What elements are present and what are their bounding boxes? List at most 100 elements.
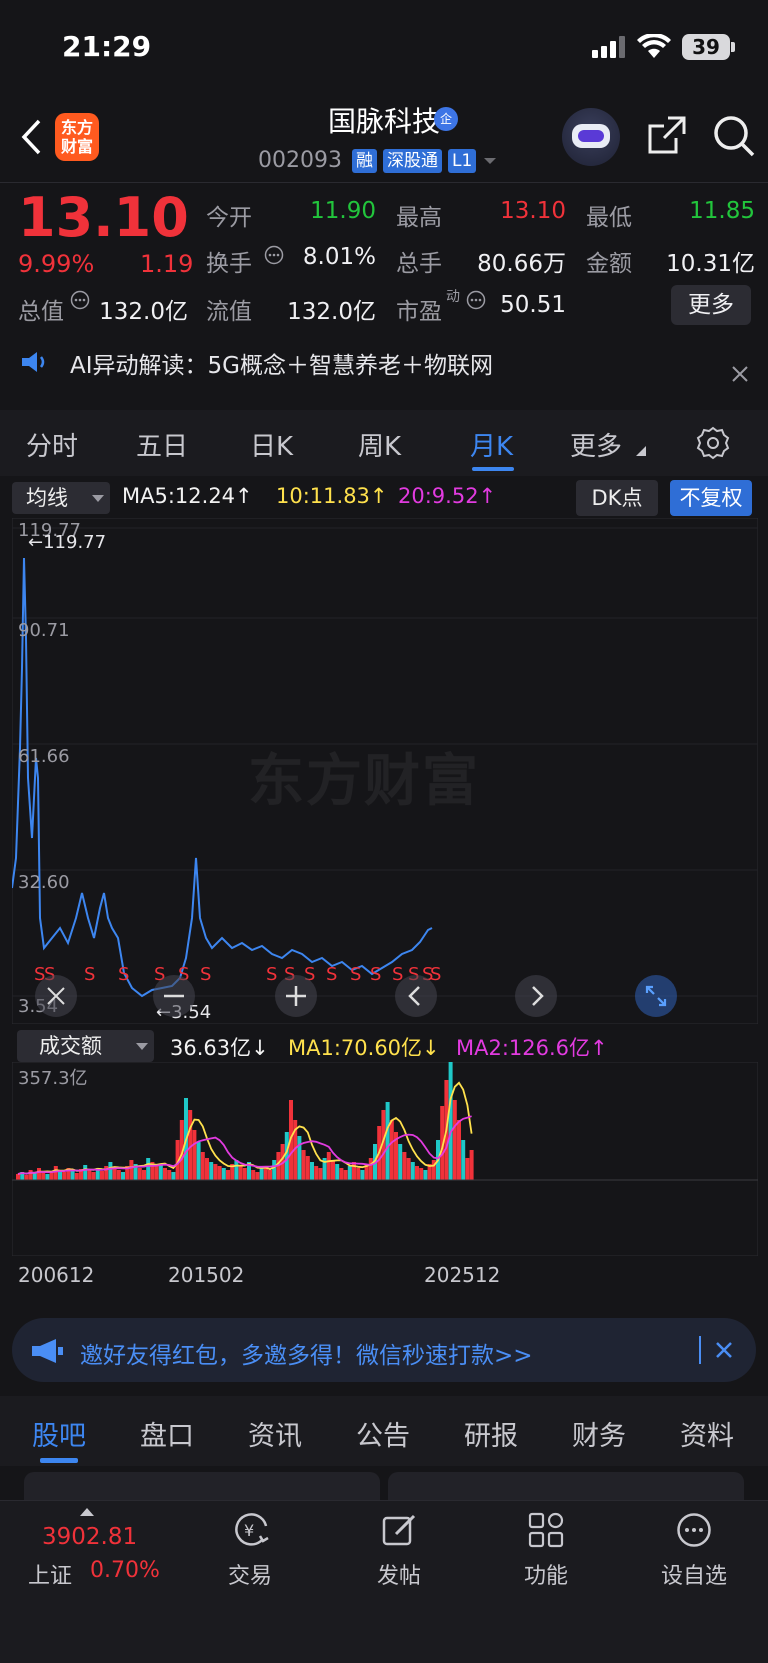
expand-icon[interactable] (634, 974, 678, 1018)
tab-forum[interactable]: 股吧 (32, 1414, 86, 1453)
volume-bar (368, 1158, 373, 1180)
volume-bar (41, 1172, 46, 1180)
volume-bar (326, 1152, 331, 1180)
zoom-in-icon[interactable] (274, 974, 318, 1018)
chevron-left-icon[interactable] (394, 974, 438, 1018)
date-end: 202512 (424, 1263, 501, 1287)
tab-intraday[interactable]: 分时 (26, 426, 78, 463)
signal-icon (592, 36, 626, 58)
total-value-label: 总值 (18, 299, 64, 325)
megaphone-icon (30, 1338, 64, 1364)
zoom-out-icon[interactable] (152, 974, 196, 1018)
volume-bar (301, 1150, 306, 1180)
volume-bar (242, 1168, 247, 1180)
volume-bar (255, 1172, 260, 1180)
trade-icon[interactable]: ¥ (232, 1512, 272, 1548)
volume-bar (385, 1102, 390, 1180)
volume-value: 80.66万 (477, 251, 566, 277)
info-icon[interactable] (264, 245, 284, 265)
enterprise-badge: 企 (434, 107, 458, 131)
volume-bar (70, 1171, 75, 1180)
margin-tag: 融 (351, 148, 377, 173)
tab-five-day[interactable]: 五日 (136, 426, 188, 463)
stock-code-row[interactable]: 002093 融 深股通 L1 (258, 148, 498, 173)
volume-indicator-selector[interactable]: 成交额 (17, 1030, 154, 1062)
volume-bar (343, 1170, 348, 1180)
compose-icon[interactable] (382, 1512, 418, 1548)
settings-icon[interactable] (696, 426, 730, 460)
tab-weekly-k[interactable]: 周K (358, 426, 401, 463)
tab-more[interactable]: 更多 (570, 426, 622, 463)
volume-bar (314, 1166, 319, 1180)
pe-label: 市盈 (396, 299, 442, 325)
close-icon[interactable] (714, 1340, 734, 1360)
tab-profile[interactable]: 资料 (680, 1414, 734, 1453)
no-adjust-button[interactable]: 不复权 (670, 480, 752, 516)
price-chart[interactable]: SS S S S S S S S S S S S S S SS (12, 518, 758, 1024)
volume-bar (268, 1170, 272, 1180)
max-price-marker: ←119.77 (28, 532, 107, 553)
index-change[interactable]: 0.70% (90, 1558, 160, 1583)
status-time: 21:29 (62, 30, 152, 63)
volume-bar (234, 1160, 239, 1180)
close-icon[interactable] (730, 364, 750, 384)
float-value: 132.0亿 (287, 299, 376, 325)
tab-news[interactable]: 资讯 (248, 1414, 302, 1453)
volume-chart[interactable] (12, 1062, 758, 1256)
volume-bar (137, 1168, 142, 1180)
nav-functions[interactable]: 功能 (496, 1558, 596, 1590)
nav-trade[interactable]: 交易 (200, 1558, 300, 1590)
volume-bar (62, 1172, 67, 1180)
chevron-right-icon[interactable] (514, 974, 558, 1018)
volume-bar (87, 1170, 92, 1180)
open-label: 今开 (206, 205, 252, 231)
volume-bar (423, 1170, 428, 1180)
invite-text[interactable]: 邀好友得红包，多邀多得！微信秒速打款>> (80, 1336, 533, 1370)
volume-bar (452, 1100, 457, 1180)
volume-bar (129, 1160, 134, 1180)
add-watchlist-icon[interactable] (676, 1512, 712, 1548)
wifi-icon (637, 34, 671, 60)
share-icon[interactable] (646, 114, 688, 156)
invite-separator (699, 1336, 701, 1364)
crosshair-icon[interactable] (34, 974, 78, 1018)
caret-down-icon (136, 1043, 148, 1051)
amount-label: 金额 (586, 251, 632, 277)
volume-bar (24, 1175, 29, 1180)
tab-monthly-k[interactable]: 月K (470, 426, 513, 463)
index-value[interactable]: 3902.81 (42, 1524, 137, 1550)
more-button[interactable]: 更多 (671, 285, 751, 325)
sell-signal-marker: S (118, 964, 129, 985)
ai-insight-text[interactable]: AI异动解读：5G概念＋智慧养老＋物联网 (70, 346, 493, 380)
nav-add-watchlist[interactable]: 设自选 (644, 1558, 744, 1590)
info-icon[interactable] (70, 290, 90, 310)
tab-announcements[interactable]: 公告 (356, 1414, 410, 1453)
low-label: 最低 (586, 205, 632, 231)
tab-daily-k[interactable]: 日K (250, 426, 293, 463)
level-tag: L1 (447, 148, 477, 173)
total-value: 132.0亿 (99, 299, 188, 325)
volume-bar (251, 1170, 256, 1180)
y-tick-3: 61.66 (18, 746, 70, 767)
tab-research[interactable]: 研报 (464, 1414, 518, 1453)
turnover-value: 8.01% (302, 244, 376, 270)
tab-financials[interactable]: 财务 (572, 1414, 626, 1453)
corner-caret-icon (636, 446, 646, 456)
dk-point-button[interactable]: DK点 (576, 480, 658, 516)
volume-bar (167, 1170, 172, 1180)
low-value: 11.85 (689, 198, 755, 224)
tab-order-book[interactable]: 盘口 (140, 1414, 194, 1453)
volume-bar (406, 1158, 411, 1180)
volume-bar (121, 1172, 125, 1180)
change-percent: 9.99% (18, 250, 95, 278)
y-tick-2: 90.71 (18, 620, 70, 641)
search-icon[interactable] (712, 114, 756, 158)
index-name[interactable]: 上证 (28, 1558, 72, 1590)
apps-icon[interactable] (528, 1512, 564, 1548)
sell-signal-marker: S (350, 964, 361, 985)
nav-post[interactable]: 发帖 (349, 1558, 449, 1590)
info-icon[interactable] (466, 290, 486, 310)
volume-bar (108, 1162, 113, 1180)
volume-bar (196, 1142, 201, 1180)
volume-bar (461, 1140, 466, 1180)
